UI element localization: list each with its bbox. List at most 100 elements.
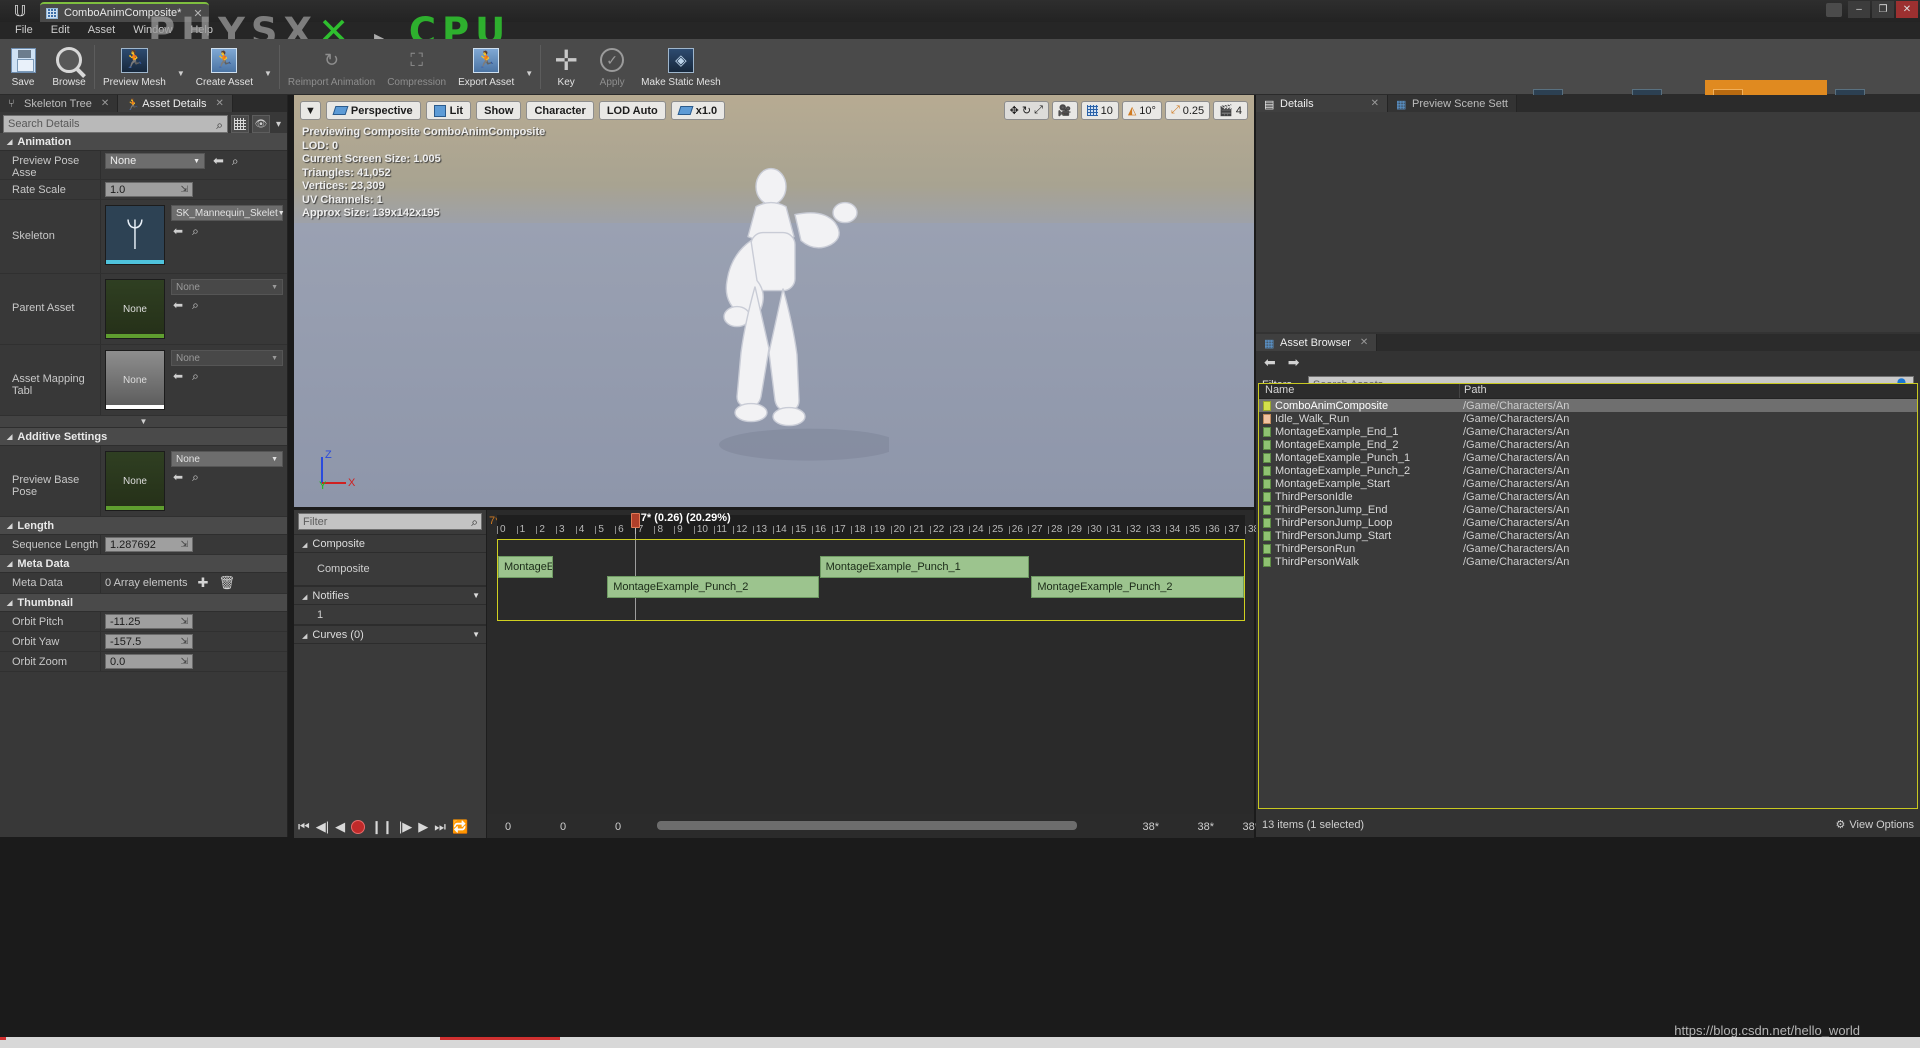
timeline-ruler[interactable]: 0 1 2 3 4 5 6 7 8 9 10 11 12 13 14 15 16 17 18 19 20 21 22 23 24… xyxy=(497,515,1259,539)
details-grid-view-button[interactable] xyxy=(231,115,249,133)
parent-asset-field[interactable]: None ▼ xyxy=(171,279,283,295)
key-button[interactable]: ✛ Key xyxy=(543,41,589,93)
timeline-track-composite[interactable]: Composite xyxy=(294,553,486,586)
preview-mesh-dropdown-icon[interactable]: ▼ xyxy=(172,69,190,78)
viewport-camera-button[interactable]: 🎥 xyxy=(1051,101,1078,120)
close-icon[interactable]: ✕ xyxy=(101,98,109,109)
document-tab[interactable]: ComboAnimComposite* ✕ xyxy=(40,2,209,22)
plus-icon[interactable]: ✚ xyxy=(198,575,209,591)
search-details-input[interactable]: Search Details ⌕ xyxy=(3,115,228,133)
skip-to-start-button[interactable]: ⏮ xyxy=(298,819,310,835)
scale-tool-icon[interactable]: ⤢ xyxy=(1034,104,1043,117)
browse-icon[interactable]: ⌕ xyxy=(192,470,199,485)
forward-arrow-icon[interactable]: ➡ xyxy=(1288,354,1300,371)
category-animation[interactable]: ◢ Animation xyxy=(0,133,287,151)
minimize-button[interactable]: – xyxy=(1848,1,1870,18)
preview-viewport[interactable]: ▼ Perspective Lit Show Character LOD Aut… xyxy=(294,95,1254,507)
viewport-viewmode-button[interactable]: Lit xyxy=(425,101,472,120)
back-arrow-icon[interactable]: ⬅ xyxy=(1264,354,1276,371)
viewport-perspective-button[interactable]: Perspective xyxy=(325,101,421,120)
asset-list-row[interactable]: ThirdPersonRun/Game/Characters/An xyxy=(1259,542,1917,555)
menu-help[interactable]: Help xyxy=(181,22,222,39)
close-button[interactable]: ✕ xyxy=(1896,1,1918,18)
preview-base-pose-thumbnail[interactable]: None xyxy=(105,451,165,511)
asset-list-row[interactable]: ComboAnimComposite/Game/Characters/An xyxy=(1259,399,1917,412)
rate-scale-input[interactable]: 1.0 ⇲ xyxy=(105,182,193,197)
save-button[interactable]: Save xyxy=(0,41,46,93)
reset-arrow-icon[interactable]: ⬅ xyxy=(173,298,183,313)
timeline-section-curves[interactable]: ◢ Curves (0) ▼ xyxy=(294,625,486,644)
viewport-options-dropdown[interactable]: ▼ xyxy=(300,101,321,120)
asset-list-row[interactable]: ThirdPersonWalk/Game/Characters/An xyxy=(1259,555,1917,568)
timeline-section-composite[interactable]: ◢ Composite xyxy=(294,534,486,553)
menu-edit[interactable]: Edit xyxy=(42,22,79,39)
export-asset-dropdown-icon[interactable]: ▼ xyxy=(520,69,538,78)
asset-list-row[interactable]: MontageExample_End_1/Game/Characters/An xyxy=(1259,425,1917,438)
column-header-name[interactable]: Name xyxy=(1259,384,1459,398)
reset-arrow-icon[interactable]: ⬅ xyxy=(173,470,183,485)
tab-asset-details[interactable]: 🏃 Asset Details ✕ xyxy=(118,95,233,112)
category-length[interactable]: ◢ Length xyxy=(0,517,287,535)
browse-button[interactable]: Browse xyxy=(46,41,92,93)
tab-asset-browser[interactable]: ▦ Asset Browser ✕ xyxy=(1256,334,1378,351)
timeline-segment[interactable]: MontageExample_Punch_2 xyxy=(1031,576,1245,598)
asset-list-row[interactable]: ThirdPersonJump_Loop/Game/Characters/An xyxy=(1259,516,1917,529)
play-reverse-button[interactable]: ◀ xyxy=(335,819,345,835)
timeline-playhead[interactable] xyxy=(630,513,640,528)
timeline-filter-input[interactable]: Filter ⌕ xyxy=(298,513,482,530)
viewport-playrate-button[interactable]: x1.0 xyxy=(670,101,726,120)
reimport-animation-button[interactable]: ↻ Reimport Animation xyxy=(282,41,381,93)
asset-list-row[interactable]: MontageExample_Punch_1/Game/Characters/A… xyxy=(1259,451,1917,464)
viewport-character-button[interactable]: Character xyxy=(526,101,594,120)
menu-window[interactable]: Window xyxy=(124,22,181,39)
asset-mapping-field[interactable]: None ▼ xyxy=(171,350,283,366)
timeline-range-end-2[interactable]: 38* xyxy=(1197,821,1214,833)
skip-to-end-button[interactable]: ⏭ xyxy=(434,819,446,835)
timeline-horizontal-scrollbar[interactable] xyxy=(657,821,1077,830)
skeleton-thumbnail[interactable]: ᛘ xyxy=(105,205,165,265)
record-button[interactable] xyxy=(351,820,366,834)
move-tool-icon[interactable]: ✥ xyxy=(1010,104,1019,117)
timeline-range-start-1[interactable]: 0 xyxy=(505,821,511,833)
close-icon[interactable]: ✕ xyxy=(215,98,223,109)
close-icon[interactable]: ✕ xyxy=(1360,337,1368,348)
category-thumbnail[interactable]: ◢ Thumbnail xyxy=(0,594,287,612)
orbit-yaw-input[interactable]: -157.5 ⇲ xyxy=(105,634,193,649)
timeline-segment[interactable]: MontageExample_Pun xyxy=(498,556,553,578)
expand-section-button[interactable]: ▼ xyxy=(0,416,287,428)
preview-pose-asset-combo[interactable]: None ▼ xyxy=(105,153,205,169)
step-forward-button[interactable]: |▶ xyxy=(399,819,412,835)
details-options-dropdown[interactable]: ▾ xyxy=(273,115,284,133)
trash-icon[interactable]: 🗑 xyxy=(218,575,235,591)
loop-button[interactable]: 🔁 xyxy=(452,819,468,835)
browse-icon[interactable]: ⌕ xyxy=(192,298,199,313)
export-asset-button[interactable]: 🏃 Export Asset xyxy=(452,41,520,93)
timeline-segment[interactable]: MontageExample_Punch_1 xyxy=(819,556,1030,578)
titlebar-extra-icon[interactable] xyxy=(1826,3,1842,17)
create-asset-button[interactable]: 🏃 Create Asset xyxy=(190,41,259,93)
column-header-path[interactable]: Path xyxy=(1459,384,1917,398)
pause-button[interactable]: ❙❙ xyxy=(371,819,393,835)
category-additive-settings[interactable]: ◢ Additive Settings xyxy=(0,428,287,446)
make-static-mesh-button[interactable]: ◈ Make Static Mesh xyxy=(635,41,726,93)
viewport-scale-snap[interactable]: ⤢ 0.25 xyxy=(1164,101,1211,120)
timeline-section-notifies[interactable]: ◢ Notifies ▼ xyxy=(294,586,486,605)
orbit-pitch-input[interactable]: -11.25 ⇲ xyxy=(105,614,193,629)
compression-button[interactable]: ⛶ Compression xyxy=(381,41,452,93)
spinner-icon[interactable]: ⇲ xyxy=(180,539,188,550)
asset-list-row[interactable]: ThirdPersonIdle/Game/Characters/An xyxy=(1259,490,1917,503)
reset-arrow-icon[interactable]: ⬅ xyxy=(173,224,183,239)
menu-file[interactable]: File xyxy=(6,22,42,39)
skeleton-asset-field[interactable]: SK_Mannequin_Skelet ▼ xyxy=(171,205,285,221)
viewport-camera-speed[interactable]: 🎬 4 xyxy=(1213,101,1248,120)
timeline-segment[interactable]: MontageExample_Punch_2 xyxy=(607,576,819,598)
menu-asset[interactable]: Asset xyxy=(79,22,125,39)
view-options-button[interactable]: ⚙ View Options xyxy=(1836,818,1914,832)
viewport-show-button[interactable]: Show xyxy=(476,101,522,120)
tab-skeleton-tree[interactable]: ⑂ Skeleton Tree ✕ xyxy=(0,95,119,112)
parent-asset-thumbnail[interactable]: None xyxy=(105,279,165,339)
maximize-button[interactable]: ❐ xyxy=(1872,1,1894,18)
asset-list-row[interactable]: MontageExample_Start/Game/Characters/An xyxy=(1259,477,1917,490)
details-visibility-button[interactable]: 👁 xyxy=(252,115,270,133)
sequence-length-input[interactable]: 1.287692 ⇲ xyxy=(105,537,193,552)
